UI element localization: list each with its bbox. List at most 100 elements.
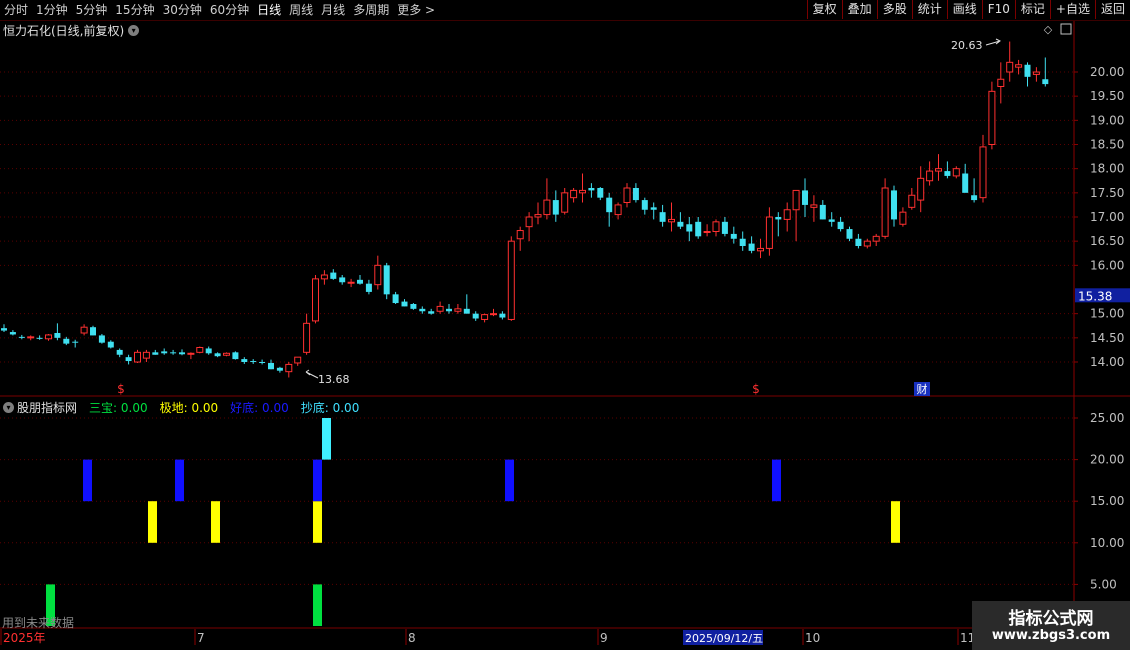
event-marker: $ xyxy=(752,382,760,396)
candle-body xyxy=(276,367,283,371)
diamond-icon: ◇ xyxy=(1044,23,1053,36)
candle-body xyxy=(463,308,470,314)
candle-body xyxy=(935,168,942,172)
candle-body xyxy=(543,199,551,216)
candle-body xyxy=(330,272,337,279)
candle-body xyxy=(410,304,417,309)
candle-body xyxy=(45,334,52,340)
candle-body xyxy=(241,359,248,362)
indicator-bar-好底 xyxy=(505,459,514,502)
candle-body xyxy=(303,322,311,353)
tab-period-6[interactable]: 日线 xyxy=(253,0,285,20)
tab-period-0[interactable]: 分时 xyxy=(0,0,32,20)
candle-body xyxy=(161,351,168,354)
tab-period-1[interactable]: 1分钟 xyxy=(32,0,72,20)
main-y-tick-label: 18.00 xyxy=(1090,162,1124,176)
indicator-field-1: 极地: 0.00 xyxy=(159,401,219,415)
main-y-tick-label: 14.50 xyxy=(1090,331,1124,345)
tab-period-7[interactable]: 周线 xyxy=(285,0,317,20)
period-tabs: 分时 1分钟 5分钟 15分钟 30分钟 60分钟 日线 周线 月线 多周期 更多 > xyxy=(0,0,439,20)
indicator-bar-好底 xyxy=(313,459,322,502)
candle-body xyxy=(1024,64,1031,77)
candle-body xyxy=(659,212,666,222)
toolbar-button-3[interactable]: 统计 xyxy=(911,0,947,19)
candle-body xyxy=(259,362,266,363)
toolbar-button-1[interactable]: 叠加 xyxy=(841,0,877,19)
tab-period-5[interactable]: 60分钟 xyxy=(206,0,253,20)
candle-body xyxy=(686,224,693,232)
indicator-y-tick-label: 5.00 xyxy=(1090,577,1117,591)
candle-body xyxy=(979,146,987,199)
candle-body xyxy=(534,214,542,218)
candle-body xyxy=(944,171,951,176)
indicator-bar-好底 xyxy=(772,459,781,502)
candle-body xyxy=(802,190,808,205)
candle-body xyxy=(36,337,43,339)
candle-body xyxy=(668,218,675,223)
toolbar-button-5[interactable]: F10 xyxy=(981,0,1015,19)
candle-body xyxy=(419,308,426,312)
main-chart-title[interactable]: 恒力石化(日线,前复权) ▾ xyxy=(3,22,140,39)
candle-body xyxy=(196,347,204,353)
tab-period-10[interactable]: 更多 > xyxy=(393,0,439,20)
indicator-bar-好底 xyxy=(83,459,92,502)
chevron-down-icon[interactable]: ▾ xyxy=(128,25,140,36)
toolbar-button-7[interactable]: +自选 xyxy=(1049,0,1095,19)
candle-body xyxy=(712,221,720,232)
toolbar-button-2[interactable]: 多股 xyxy=(876,0,912,19)
tab-period-2[interactable]: 5分钟 xyxy=(72,0,112,20)
chevron-down-icon[interactable]: ▾ xyxy=(3,402,14,413)
candle-body xyxy=(232,352,239,360)
toolbar-button-4[interactable]: 画线 xyxy=(946,0,982,19)
indicator-y-tick-label: 20.00 xyxy=(1090,453,1124,467)
candle-body xyxy=(792,189,800,211)
candle-body xyxy=(152,352,159,355)
candle-body xyxy=(997,78,1005,87)
candle-body xyxy=(1015,64,1023,68)
candle-body xyxy=(739,238,746,246)
main-y-tick-label: 18.50 xyxy=(1090,138,1124,152)
tab-period-9[interactable]: 多周期 xyxy=(349,0,393,20)
candle-body xyxy=(125,357,132,362)
candle-body xyxy=(863,240,871,247)
candle-body xyxy=(347,281,355,284)
toolbar-button-6[interactable]: 标记 xyxy=(1014,0,1050,19)
candle-body xyxy=(80,326,88,334)
candle-body xyxy=(730,233,737,239)
event-marker: $ xyxy=(117,382,125,396)
candle-body xyxy=(516,230,524,240)
high-price-label: 20.63 xyxy=(951,39,983,52)
candle-body xyxy=(881,187,889,237)
candle-body xyxy=(917,177,925,201)
candle-body xyxy=(988,90,996,146)
main-y-tick-label: 15.00 xyxy=(1090,307,1124,321)
tab-period-8[interactable]: 月线 xyxy=(317,0,349,20)
candle-body xyxy=(757,247,764,252)
candle-body xyxy=(472,313,479,319)
main-y-tick-label: 14.00 xyxy=(1090,355,1124,369)
indicator-y-tick-label: 25.00 xyxy=(1090,411,1124,425)
toolbar-button-0[interactable]: 复权 xyxy=(806,0,842,19)
candle-body xyxy=(971,195,978,201)
finance-marker: 财 xyxy=(917,382,928,396)
candle-body xyxy=(1006,61,1014,73)
candle-body xyxy=(597,188,604,198)
candle-body xyxy=(134,351,141,363)
indicator-bar-极地 xyxy=(313,501,322,543)
tab-period-4[interactable]: 30分钟 xyxy=(159,0,206,20)
candle-body xyxy=(392,294,399,304)
indicator-bar-三宝 xyxy=(313,584,322,626)
tab-period-3[interactable]: 15分钟 xyxy=(111,0,158,20)
indicator-title[interactable]: ▾ 股朋指标网 三宝: 0.00 极地: 0.00 好底: 0.00 抄底: 0.00 xyxy=(3,399,365,416)
chart-canvas[interactable]: 20.00 19.50 19.00 18.50 18.00 17.50 17.00 16.50… xyxy=(0,0,1130,650)
indicator-field-3: 抄底: 0.00 xyxy=(300,401,360,415)
indicator-y-tick-label: 10.00 xyxy=(1090,536,1124,550)
toolbar-button-8[interactable]: 返回 xyxy=(1094,0,1130,19)
x-axis-label: 8 xyxy=(408,631,416,645)
candle-body xyxy=(294,356,302,364)
candle-body xyxy=(899,211,907,225)
candle-body xyxy=(54,333,61,338)
candle-body xyxy=(748,243,755,251)
candle-body xyxy=(27,336,35,339)
candle-body xyxy=(846,229,853,239)
